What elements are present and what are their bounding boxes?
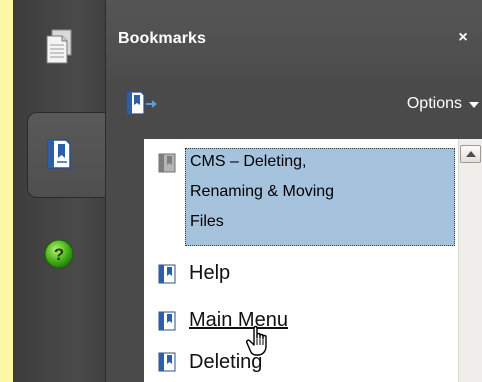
bookmark-icon-grey bbox=[158, 153, 176, 173]
scroll-up-button[interactable] bbox=[460, 145, 481, 163]
help-icon: ? bbox=[44, 239, 74, 269]
tab-pages[interactable] bbox=[13, 8, 105, 86]
options-menu-button[interactable]: Options bbox=[407, 93, 479, 115]
panel-header: Bookmarks × bbox=[106, 0, 482, 80]
bookmark-list: CMS – Deleting, Renaming & Moving Files … bbox=[144, 139, 482, 382]
bookmark-icon bbox=[158, 352, 176, 372]
panel-title: Bookmarks bbox=[118, 30, 207, 47]
bookmark-icon bbox=[158, 311, 176, 331]
expand-bookmark-icon bbox=[126, 91, 157, 115]
bookmark-selected[interactable]: CMS – Deleting, Renaming & Moving Files bbox=[185, 148, 455, 246]
bookmarks-icon bbox=[47, 139, 71, 169]
help-glyph: ? bbox=[54, 245, 64, 264]
navigation-strip: ? bbox=[13, 0, 119, 382]
chevron-down-icon bbox=[469, 101, 479, 108]
hand-cursor-icon bbox=[246, 325, 267, 356]
bookmark-selected-line-3: Files bbox=[190, 213, 224, 230]
bookmark-label: Help bbox=[189, 262, 231, 284]
options-label: Options bbox=[406, 95, 462, 112]
tab-help[interactable]: ? bbox=[13, 215, 105, 293]
arrow-up-icon bbox=[465, 151, 476, 157]
bookmark-icon bbox=[158, 264, 176, 284]
tab-bookmarks-icon-holder bbox=[13, 115, 105, 193]
vertical-scrollbar[interactable] bbox=[458, 139, 482, 382]
bookmarks-toolbar: Options bbox=[106, 80, 482, 126]
pages-icon bbox=[46, 29, 72, 64]
bookmarks-panel: Bookmarks × Options CMS – Deleting, Rena… bbox=[105, 0, 482, 382]
bookmark-selected-line-1: CMS – Deleting, bbox=[190, 153, 307, 170]
close-button[interactable]: × bbox=[455, 30, 471, 46]
bookmark-selected-line-2: Renaming & Moving bbox=[190, 183, 335, 200]
expand-bookmark-button[interactable] bbox=[125, 90, 159, 116]
